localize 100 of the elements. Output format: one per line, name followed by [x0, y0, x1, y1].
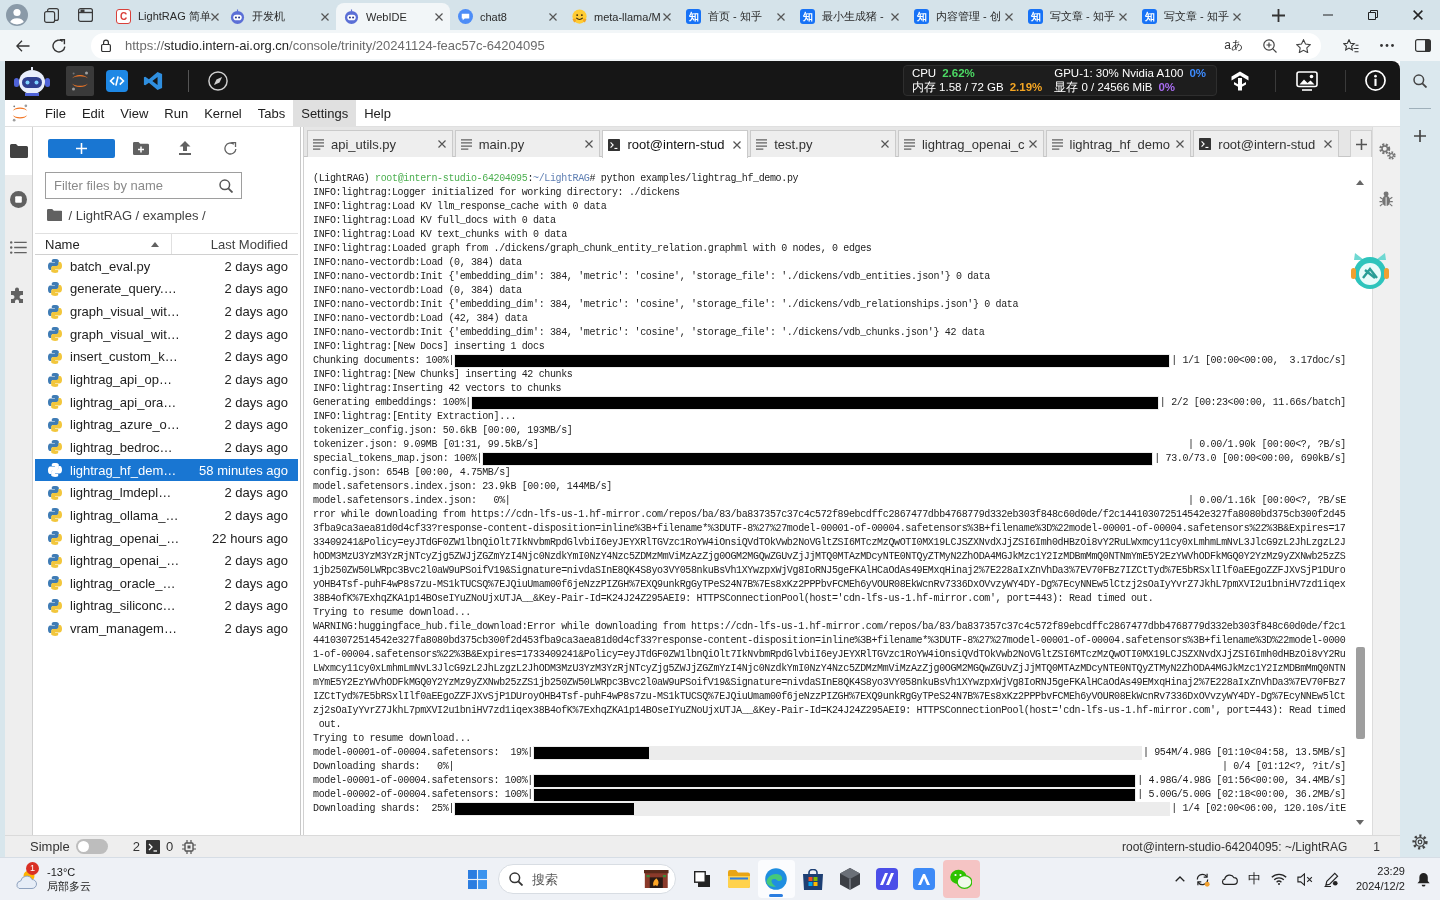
cloud-sun-icon[interactable] — [13, 869, 39, 889]
read-aloud-button[interactable]: aあ — [1220, 35, 1247, 56]
file-name: lightrag_openai_… — [70, 530, 180, 546]
file-row[interactable]: graph_visual_wit… 2 days ago — [35, 300, 298, 323]
input-method-button[interactable]: 中 — [1243, 862, 1267, 896]
browser-tab[interactable]: WebIDE — [336, 3, 450, 30]
filter-field[interactable]: Filter files by name — [45, 172, 242, 199]
browser-tab[interactable]: 知 首页 - 知乎 — [678, 3, 792, 30]
menu-item[interactable]: View — [112, 100, 157, 126]
file-row[interactable]: lightrag_siliconc… 2 days ago — [35, 594, 298, 618]
sidebar-tab[interactable] — [5, 127, 32, 175]
chip-icon[interactable] — [182, 839, 197, 854]
file-row[interactable]: lightrag_bedroc… 2 days ago — [35, 436, 298, 459]
menu-item[interactable]: Settings — [293, 100, 357, 126]
terminal-count: 2 — [132, 839, 140, 854]
new-launcher-button[interactable] — [48, 138, 115, 158]
browser-tab[interactable]: 知 写文章 - 知乎 — [1134, 3, 1248, 30]
tab-close-button[interactable] — [733, 140, 742, 149]
tab-close-button[interactable] — [1028, 140, 1037, 148]
column-header[interactable]: Name — [35, 234, 172, 254]
modified-time: 2 days ago — [224, 417, 288, 433]
file-row[interactable]: lightrag_openai_… 2 days ago — [35, 549, 298, 572]
script-file-icon — [48, 553, 62, 568]
tab-close-button[interactable] — [663, 12, 671, 21]
zoom-button[interactable] — [1263, 38, 1277, 53]
metric-value: 0% — [1189, 67, 1206, 79]
terminal-line: 3fba9ca3aea81d0d4cf33?response-content-disposition=inline%3B+filename*%3DUTF-8%27%27model-00001-of-00004.safetensors%3B+filename%3D%22model-00001-of-00004.safetensors%22%3B&Expires=17 — [313, 522, 1347, 536]
browser-tab[interactable]: meta-llama/M — [564, 3, 678, 30]
menu-item[interactable]: File — [37, 100, 74, 126]
search-field[interactable]: 搜索 — [497, 864, 676, 894]
editor-tab[interactable]: lightrag_hf_demo — [1045, 130, 1192, 157]
terminal-line: INFO:lightrag:[Entity Extraction]... — [313, 410, 518, 424]
tab-close-button[interactable] — [437, 140, 446, 148]
tab-close-button[interactable] — [435, 12, 443, 21]
browser-tab[interactable]: C LightRAG 简单 — [108, 3, 222, 30]
tab-close-button[interactable] — [210, 12, 219, 21]
tab-close-button[interactable] — [777, 12, 785, 21]
tab-close-button[interactable] — [1324, 140, 1333, 148]
browser-tab[interactable]: 知 内容管理 - 创 — [906, 3, 1020, 30]
file-row[interactable]: batch_eval.py 2 days ago — [35, 255, 298, 278]
robot-icon — [230, 9, 245, 24]
star-icon — [1296, 38, 1311, 53]
lock-icon — [101, 39, 111, 52]
file-row[interactable]: generate_query.… 2 days ago — [35, 277, 298, 301]
breadcrumb-path[interactable]: / LightRAG / examples / — [68, 207, 206, 223]
progress-stats: | 73.0/73.0 [00:00<00:00, 690kB/s] — [1154, 452, 1346, 466]
new-tab-button[interactable] — [1350, 130, 1372, 157]
menu-item[interactable]: Kernel — [196, 100, 250, 126]
file-row[interactable]: vram_managem… 2 days ago — [35, 617, 298, 640]
editor-tab[interactable]: main.py — [454, 130, 601, 157]
terminal-path: root@intern-studio-64204095: ~/LightRAG — [1122, 839, 1348, 854]
tab-close-button[interactable] — [1233, 12, 1241, 21]
terminal-line: INFO:lightrag:Load KV text_chunks with 0 data — [313, 228, 568, 242]
tab-close-button[interactable] — [880, 140, 889, 148]
editor-tab[interactable]: root@intern-stud — [602, 130, 749, 158]
cat-mascot-icon[interactable] — [1350, 250, 1390, 290]
toggle-switch[interactable] — [75, 839, 108, 854]
address-bar[interactable]: https://studio.intern-ai.org.cn/console/trinity/20241124-feac57c-64204095 aあ — [91, 32, 1321, 59]
file-name: insert_custom_k… — [70, 349, 178, 365]
scroll-up-icon[interactable] — [1356, 180, 1364, 185]
browser-tab[interactable]: 知 写文章 - 知乎 — [1020, 3, 1134, 30]
menu-item[interactable]: Edit — [73, 100, 113, 126]
file-row[interactable]: lightrag_lmdepl… 2 days ago — [35, 481, 298, 505]
file-row[interactable]: lightrag_api_ora… 2 days ago — [35, 390, 298, 414]
scrollbar-thumb[interactable] — [1355, 647, 1365, 739]
clock-time[interactable]: 23:29 — [1355, 864, 1405, 879]
editor-tab[interactable]: lightrag_openai_c — [897, 130, 1044, 157]
file-row[interactable]: graph_visual_wit… 2 days ago — [35, 322, 298, 346]
file-row[interactable]: lightrag_oracle_… 2 days ago — [35, 571, 298, 595]
tab-close-button[interactable] — [321, 12, 329, 21]
editor-tab[interactable]: root@intern-stud — [1193, 130, 1340, 157]
tab-close-button[interactable] — [1005, 12, 1013, 21]
favorite-button[interactable] — [1296, 38, 1311, 53]
tab-close-button[interactable] — [585, 140, 594, 148]
file-row[interactable]: lightrag_api_op… 2 days ago — [35, 368, 298, 391]
url-text[interactable]: https://studio.intern-ai.org.cn/console/trinity/20241124-feac57c-64204095 — [125, 38, 545, 53]
tab-close-button[interactable] — [1119, 12, 1127, 21]
tab-close-button[interactable] — [891, 12, 899, 21]
file-row[interactable]: lightrag_hf_dem… 58 minutes ago — [35, 458, 298, 482]
menu-item[interactable]: Run — [156, 100, 197, 126]
file-row[interactable]: insert_custom_k… 2 days ago — [35, 345, 298, 369]
tab-close-button[interactable] — [549, 12, 557, 21]
column-header[interactable]: Last Modified — [202, 234, 298, 254]
tab-close-button[interactable] — [1176, 140, 1185, 148]
terminal-line: INFO:lightrag:Load KV llm_response_cache with 0 data — [313, 200, 608, 214]
file-row[interactable]: lightrag_azure_o… 2 days ago — [35, 413, 298, 437]
browser-tab[interactable]: 开发机 — [222, 3, 336, 30]
browser-tab[interactable]: chat8 — [450, 3, 564, 30]
menu-item[interactable]: Tabs — [249, 100, 294, 126]
close-icon — [1412, 10, 1423, 20]
clock-date[interactable]: 2024/12/2 — [1355, 879, 1405, 894]
editor-tab[interactable]: api_utils.py — [307, 130, 453, 157]
editor-tab[interactable]: test.py — [750, 130, 896, 157]
browser-tab[interactable]: 知 最小生成猪 - — [792, 3, 906, 30]
file-row[interactable]: lightrag_ollama_… 2 days ago — [35, 504, 298, 527]
robot-logo-icon[interactable] — [13, 65, 51, 96]
file-row[interactable]: lightrag_openai_… 22 hours ago — [35, 526, 298, 550]
scroll-down-icon[interactable] — [1356, 820, 1364, 825]
menu-item[interactable]: Help — [356, 100, 399, 126]
terminal-icon[interactable] — [146, 839, 160, 854]
